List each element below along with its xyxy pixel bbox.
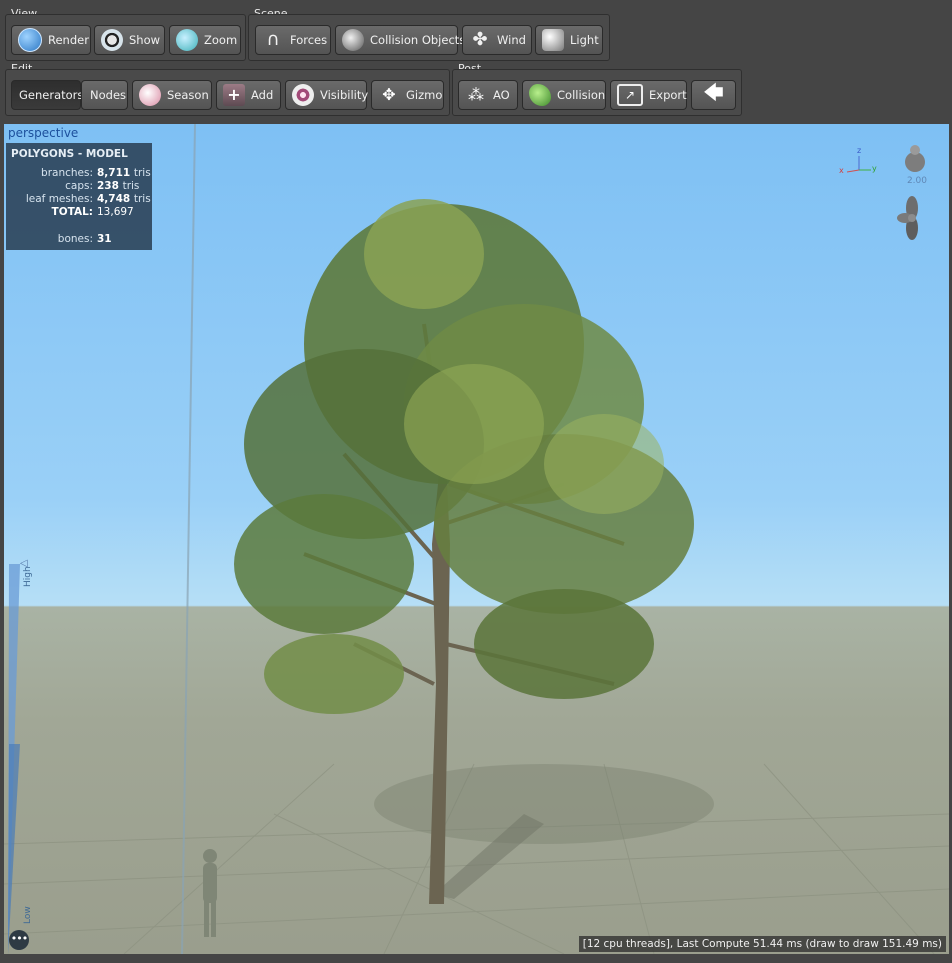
gizmo-button-label: Gizmo xyxy=(406,88,443,102)
visibility-icon xyxy=(292,84,314,106)
season-icon xyxy=(139,84,161,106)
zoom-button-label: Zoom xyxy=(204,33,238,47)
tree-shadow xyxy=(374,764,714,844)
axis-gizmo[interactable]: z x y xyxy=(839,146,879,178)
export-button-label: Export xyxy=(649,88,687,102)
globe-icon xyxy=(18,28,42,52)
collision-sphere-icon xyxy=(342,29,364,51)
wind-button-label: Wind xyxy=(497,33,526,47)
stat-row-leaf-meshes: leaf meshes: 4,748 tris xyxy=(25,193,151,205)
gizmo-icon: ✥ xyxy=(382,85,396,104)
nodes-tab[interactable]: Nodes xyxy=(81,80,128,110)
forces-button[interactable]: ∩ Forces xyxy=(255,25,331,55)
lod-low-label: Low xyxy=(23,906,33,924)
stat-row-bones: bones: 31 xyxy=(57,233,112,245)
magnifier-icon xyxy=(176,29,198,51)
render-button-label: Render xyxy=(48,33,89,47)
show-button-label: Show xyxy=(129,33,161,47)
propeller-icon[interactable] xyxy=(897,196,927,240)
stat-row-total: TOTAL: 13,697 xyxy=(51,206,134,218)
visibility-button[interactable]: Visibility xyxy=(285,80,369,110)
light-button-label: Light xyxy=(570,33,599,47)
season-button-label: Season xyxy=(167,88,209,102)
generators-tab-label: Generators xyxy=(19,88,84,102)
viewport-camera-label[interactable]: perspective xyxy=(8,126,78,140)
collision-button[interactable]: Collision xyxy=(522,80,606,110)
back-button[interactable]: 🡄 xyxy=(691,80,736,110)
collision-objects-button[interactable]: Collision Objects xyxy=(335,25,465,55)
stat-row-caps: caps: 238 tris xyxy=(65,180,140,192)
stats-title: POLYGONS - MODEL xyxy=(11,148,128,160)
season-button[interactable]: Season xyxy=(132,80,212,110)
generators-tab[interactable]: Generators xyxy=(11,80,84,110)
ao-icon: ⁂ xyxy=(468,85,484,104)
add-button[interactable]: + Add xyxy=(216,80,281,110)
scale-value: 2.00 xyxy=(906,176,927,186)
gizmo-button[interactable]: ✥ Gizmo xyxy=(371,80,444,110)
render-button[interactable]: Render xyxy=(11,25,91,55)
lod-high-label: High xyxy=(23,566,33,587)
3d-viewport[interactable]: perspective POLYGONS - MODEL branches: 8… xyxy=(4,124,949,954)
ao-button[interactable]: ⁂ AO xyxy=(458,80,518,110)
export-button[interactable]: ↗ Export xyxy=(610,80,687,110)
lod-slider-handle[interactable]: ◁ xyxy=(20,558,28,569)
add-icon: + xyxy=(223,84,245,106)
light-icon xyxy=(542,29,564,51)
lod-low-bar xyxy=(8,744,20,954)
magnet-icon: ∩ xyxy=(266,29,280,50)
light-button[interactable]: Light xyxy=(535,25,603,55)
tree-canopy xyxy=(234,199,694,714)
add-button-label: Add xyxy=(251,88,274,102)
visibility-button-label: Visibility xyxy=(320,88,369,102)
nodes-tab-label: Nodes xyxy=(90,88,127,102)
height-pole xyxy=(181,124,196,954)
leaf-collision-icon xyxy=(529,84,551,106)
show-button[interactable]: Show xyxy=(94,25,165,55)
wind-button[interactable]: ✤ Wind xyxy=(462,25,532,55)
eye-icon xyxy=(101,29,123,51)
ao-button-label: AO xyxy=(493,88,510,102)
back-arrow-icon: 🡄 xyxy=(703,80,724,104)
fan-icon: ✤ xyxy=(472,29,488,50)
forces-button-label: Forces xyxy=(290,33,328,47)
more-options-button[interactable]: ••• xyxy=(9,930,29,950)
collision-button-label: Collision xyxy=(557,88,606,102)
polygon-stats-panel: POLYGONS - MODEL branches: 8,711 tris ca… xyxy=(6,143,152,250)
wind-sock-icon[interactable] xyxy=(903,144,927,174)
compute-status: [12 cpu threads], Last Compute 51.44 ms … xyxy=(578,936,946,952)
zoom-button[interactable]: Zoom xyxy=(169,25,241,55)
stat-row-branches: branches: 8,711 tris xyxy=(41,167,151,179)
collision-objects-button-label: Collision Objects xyxy=(370,33,466,47)
export-icon: ↗ xyxy=(617,84,643,106)
